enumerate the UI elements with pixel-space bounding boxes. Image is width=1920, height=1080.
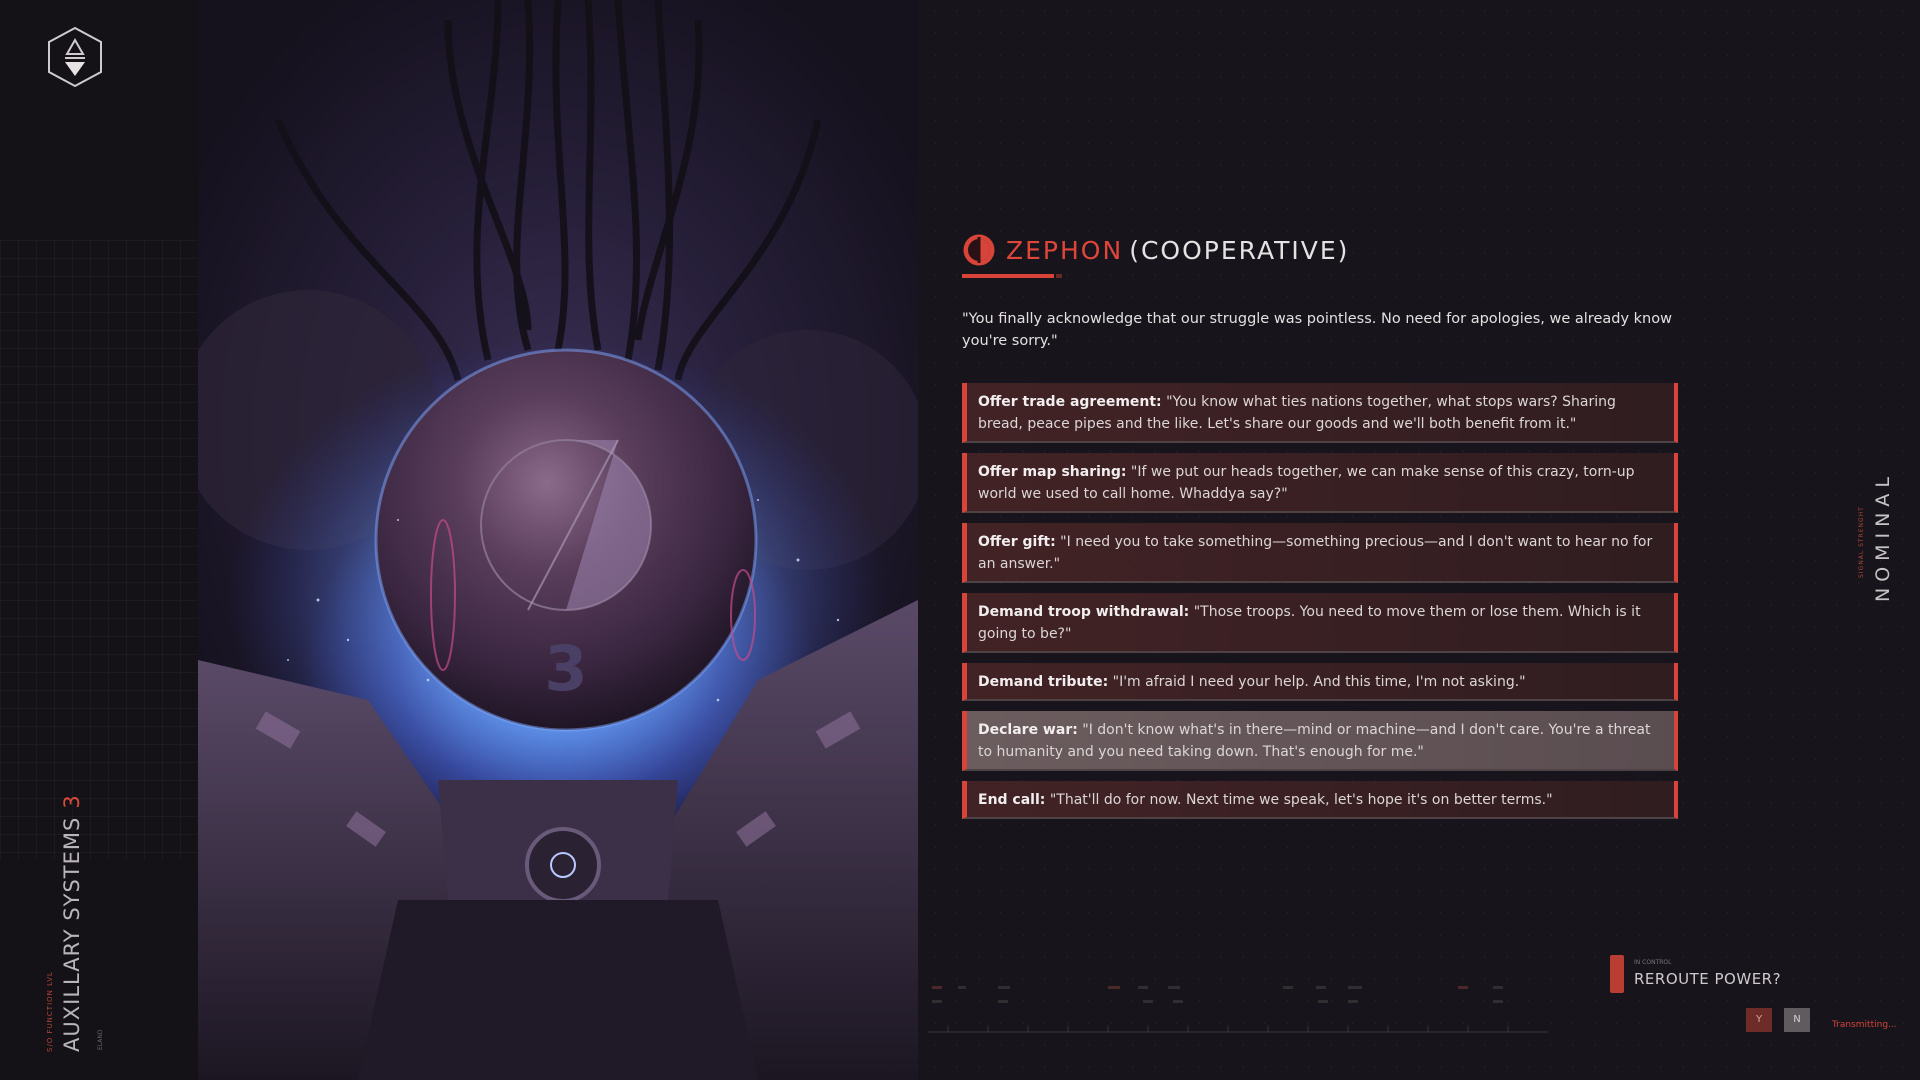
aux-title-number: 3 xyxy=(60,794,84,809)
zephon-faction-icon xyxy=(963,234,995,266)
artwork-illustration: 3 xyxy=(198,0,918,1080)
aux-title-text: AUXILLARY SYSTEMS xyxy=(60,816,84,1052)
faction-name: ZEPHON xyxy=(1006,235,1124,265)
option-offer-trade-agreement[interactable]: Offer trade agreement: "You know what ti… xyxy=(962,383,1678,443)
no-button[interactable]: N xyxy=(1784,1008,1810,1032)
faction-header: ZEPHON (COOPERATIVE) xyxy=(962,230,1349,270)
option-demand-tribute[interactable]: Demand tribute: "I'm afraid I need your … xyxy=(962,663,1678,701)
alien-sphere-artwork: 3 xyxy=(198,0,918,1080)
option-end-call[interactable]: End call: "That'll do for now. Next time… xyxy=(962,781,1678,819)
option-text: "That'll do for now. Next time we speak,… xyxy=(1045,792,1553,808)
aux-subtitle: S/O FUNCTION LVL xyxy=(46,971,54,1052)
option-offer-map-sharing[interactable]: Offer map sharing: "If we put our heads … xyxy=(962,453,1678,513)
aux-small-label: ELAND xyxy=(97,1029,104,1050)
nominal-status: NOMINAL xyxy=(1872,471,1894,602)
option-text: "I don't know what's in there—mind or ma… xyxy=(978,722,1651,760)
option-label: Offer gift: xyxy=(978,534,1056,550)
transmitting-status: Transmitting... xyxy=(1832,1020,1897,1030)
dialog-options: Offer trade agreement: "You know what ti… xyxy=(962,383,1678,829)
header-underline-accent xyxy=(1056,274,1062,278)
left-sidebar: S/O FUNCTION LVL AUXILLARY SYSTEMS 3 ELAN… xyxy=(0,0,198,1080)
sidebar-grid xyxy=(0,240,198,860)
option-demand-troop-withdrawal[interactable]: Demand troop withdrawal: "Those troops. … xyxy=(962,593,1678,653)
signal-strength-label: SIGNAL STRENGHT xyxy=(1858,506,1865,578)
option-label: End call: xyxy=(978,792,1046,808)
reroute-power-prompt: REROUTE POWER? xyxy=(1634,970,1782,988)
faction-state: (COOPERATIVE) xyxy=(1129,235,1350,265)
option-label: Offer map sharing: xyxy=(978,464,1127,480)
yes-button[interactable]: Y xyxy=(1746,1008,1772,1032)
header-underline xyxy=(962,274,1054,278)
option-text: "I'm afraid I need your help. And this t… xyxy=(1108,674,1526,690)
reroute-indicator xyxy=(1610,955,1624,993)
option-text: "I need you to take something—something … xyxy=(978,534,1653,572)
option-label: Declare war: xyxy=(978,722,1078,738)
reroute-small-label: IN CONTROL xyxy=(1634,959,1672,966)
hexagon-emblem-icon[interactable] xyxy=(46,26,104,88)
bottom-ruler xyxy=(928,986,1548,1033)
option-label: Demand tribute: xyxy=(978,674,1109,690)
sphere-number: 3 xyxy=(544,632,587,705)
leader-quote: "You finally acknowledge that our strugg… xyxy=(962,311,1672,349)
option-declare-war[interactable]: Declare war: "I don't know what's in the… xyxy=(962,711,1678,771)
option-offer-gift[interactable]: Offer gift: "I need you to take somethin… xyxy=(962,523,1678,583)
option-label: Offer trade agreement: xyxy=(978,394,1162,410)
option-label: Demand troop withdrawal: xyxy=(978,604,1190,620)
aux-title: AUXILLARY SYSTEMS 3 xyxy=(60,794,84,1052)
